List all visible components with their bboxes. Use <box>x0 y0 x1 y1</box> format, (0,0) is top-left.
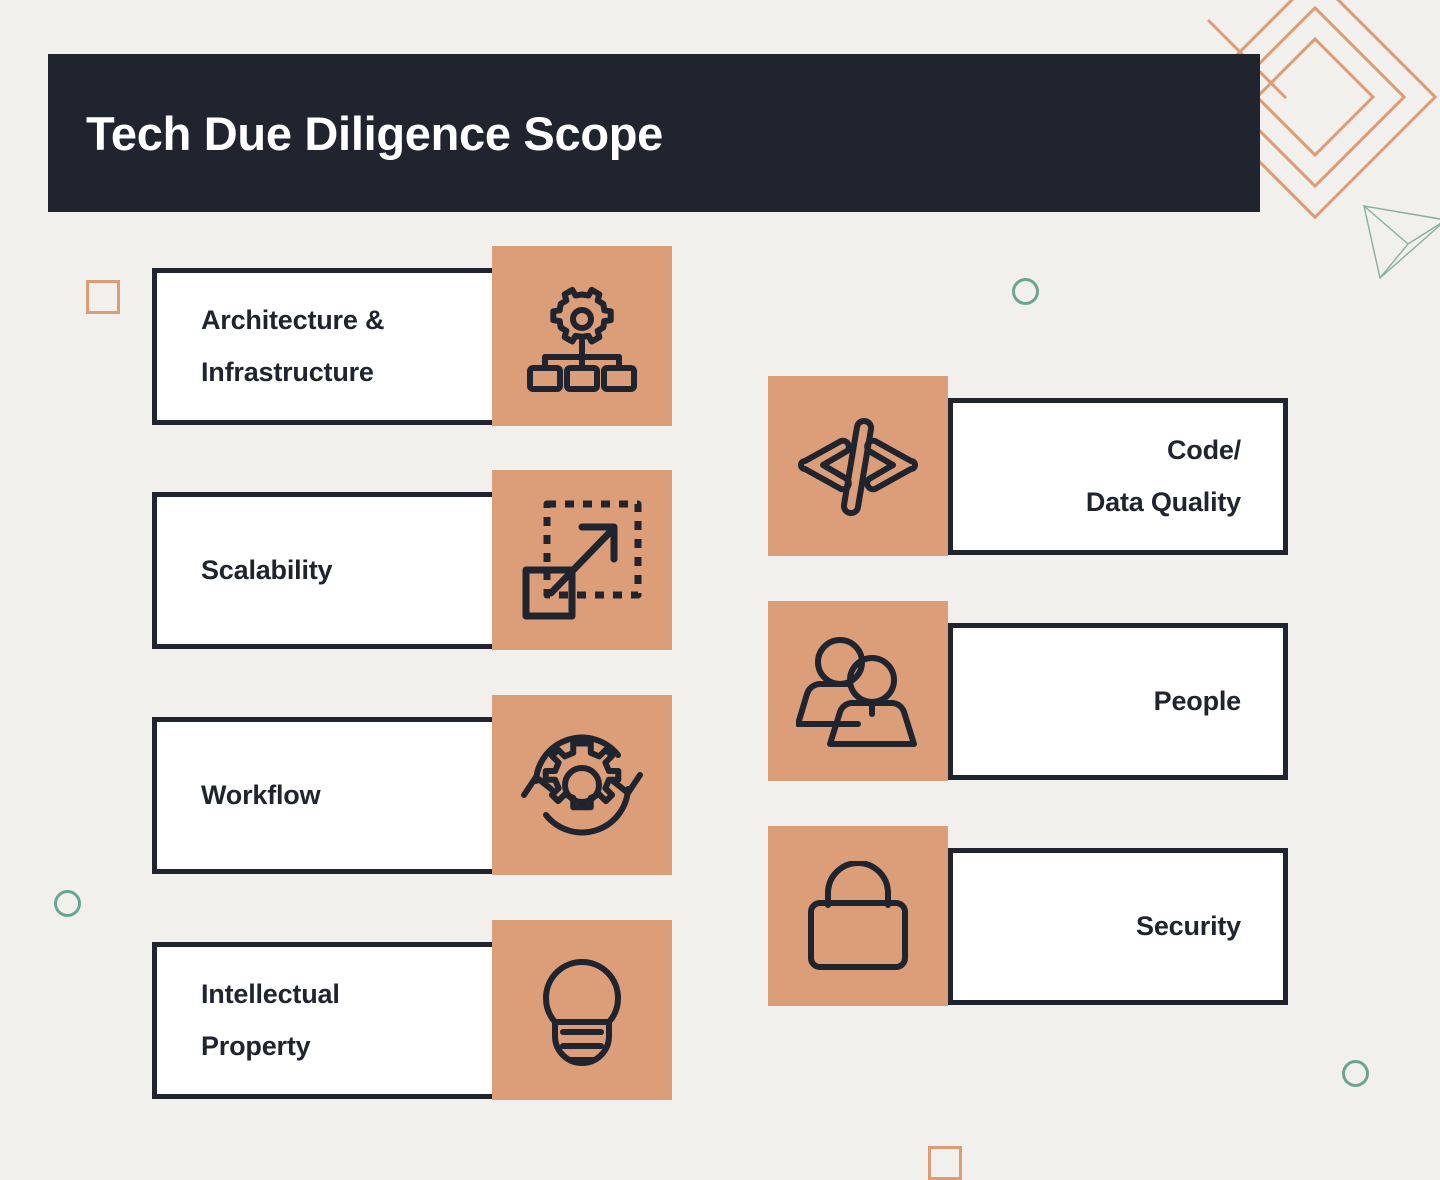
card-label-box: Workflow <box>152 717 497 874</box>
card-label-box: People <box>948 623 1288 780</box>
card-icon-tile <box>768 376 948 556</box>
card-label: Scalability <box>201 554 333 585</box>
card-code-data-quality[interactable]: Code/ Data Quality <box>768 376 1288 578</box>
card-label: Security <box>1136 910 1241 941</box>
deco-circle-mid-left <box>54 890 81 917</box>
card-label-box: Scalability <box>152 492 497 649</box>
card-icon-tile <box>492 470 672 650</box>
triangle-wireframe-decoration <box>1360 198 1440 288</box>
code-brackets-icon <box>795 411 921 521</box>
card-icon-tile <box>492 920 672 1100</box>
card-label: Workflow <box>201 779 321 810</box>
card-scalability[interactable]: Scalability <box>152 470 672 672</box>
card-label: Code/ Data Quality <box>1085 435 1241 517</box>
page-title: Tech Due Diligence Scope <box>86 106 663 160</box>
deco-circle-bottom-right <box>1342 1060 1369 1087</box>
card-label: Architecture & Infrastructure <box>201 305 385 387</box>
card-workflow[interactable]: Workflow <box>152 695 672 897</box>
card-people[interactable]: People <box>768 601 1288 803</box>
card-label: People <box>1153 685 1242 716</box>
card-icon-tile <box>768 601 948 781</box>
padlock-icon <box>806 861 910 971</box>
card-label: Intellectual Property <box>201 979 340 1061</box>
expand-arrow-icon <box>522 500 642 620</box>
card-intellectual-property[interactable]: Intellectual Property <box>152 920 672 1122</box>
lightbulb-icon <box>524 948 640 1072</box>
deco-square-top-left <box>86 280 120 314</box>
card-label-box: Architecture & Infrastructure <box>152 268 497 425</box>
card-icon-tile <box>768 826 948 1006</box>
card-label-box: Security <box>948 848 1288 1005</box>
people-icon <box>796 634 920 748</box>
card-security[interactable]: Security <box>768 826 1288 1028</box>
card-icon-tile <box>492 246 672 426</box>
card-label-box: Intellectual Property <box>152 942 497 1099</box>
deco-circle-top-right <box>1012 278 1039 305</box>
gear-cycle-icon <box>518 721 646 849</box>
hierarchy-gear-icon <box>523 277 641 395</box>
card-label-box: Code/ Data Quality <box>948 398 1288 555</box>
card-icon-tile <box>492 695 672 875</box>
card-architecture-infrastructure[interactable]: Architecture & Infrastructure <box>152 246 672 448</box>
deco-square-bottom <box>928 1146 962 1180</box>
header-bar: Tech Due Diligence Scope <box>48 54 1260 212</box>
